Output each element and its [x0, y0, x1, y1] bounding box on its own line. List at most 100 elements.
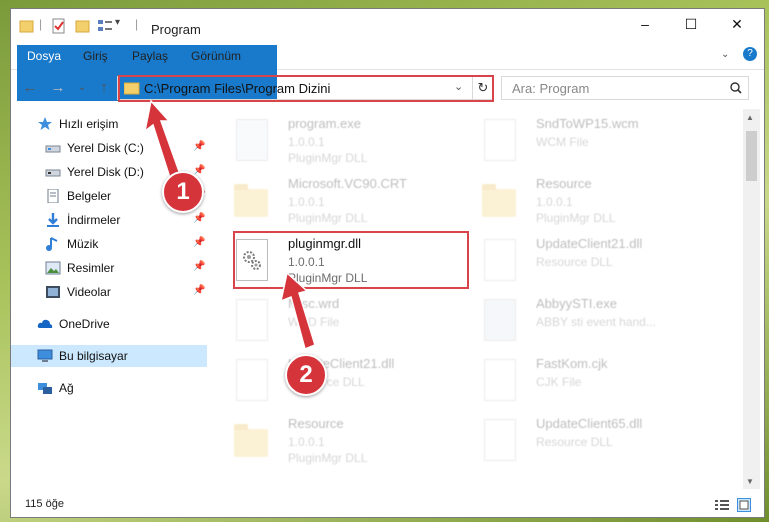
sidebar-item-network[interactable]: Ağ	[11, 377, 207, 399]
folder-icon	[230, 175, 274, 225]
folder-icon[interactable]	[19, 18, 35, 34]
sidebar-item-label: Resimler	[67, 261, 115, 275]
network-icon	[38, 383, 52, 394]
help-icon[interactable]: ?	[743, 47, 757, 61]
customize-toolbar-icon[interactable]: ▾	[115, 17, 120, 33]
title-bar: | ▾ | Program – ☐ ✕	[11, 9, 764, 43]
sidebar-item-music[interactable]: Müzik 📌	[11, 233, 207, 255]
sidebar-item-pictures[interactable]: Resimler 📌	[11, 257, 207, 279]
search-placeholder: Ara: Program	[512, 81, 590, 96]
close-button[interactable]: ✕	[714, 9, 760, 39]
file-name: UpdateClient65.dll	[536, 416, 643, 431]
minimize-button[interactable]: –	[622, 9, 668, 39]
file-item[interactable]: FastKom.cjk CJK File	[478, 353, 718, 409]
file-item[interactable]: UpdateClient21.dll Resource DLL	[230, 353, 470, 409]
scroll-up-icon[interactable]: ▲	[746, 113, 754, 122]
status-bar: 115 öğe	[11, 493, 764, 517]
drive-icon	[45, 145, 61, 153]
file-name: FastKom.cjk	[536, 356, 608, 371]
expand-ribbon-icon[interactable]: ⌄	[721, 49, 729, 60]
separator: |	[39, 17, 43, 31]
folder-icon	[478, 175, 522, 225]
file-name: program.exe	[288, 116, 361, 131]
sidebar-item-label: Hızlı erişim	[59, 117, 119, 131]
vertical-scrollbar[interactable]: ▲ ▼	[743, 109, 760, 489]
document-icon	[230, 295, 274, 345]
file-detail: PluginMgr DLL	[536, 211, 616, 225]
folder-icon	[230, 415, 274, 465]
file-item[interactable]: Misc.wrd WRD File	[230, 293, 470, 349]
sidebar-item-label: Videolar	[67, 285, 111, 299]
file-name: Resource	[536, 176, 592, 191]
file-detail: Resource DLL	[536, 255, 613, 269]
sidebar-item-label: Bu bilgisayar	[59, 349, 128, 363]
star-icon	[38, 117, 52, 130]
file-name: UpdateClient21.dll	[536, 236, 643, 251]
up-arrow-icon[interactable]: ↑	[93, 77, 115, 99]
tab-home[interactable]: Giriş	[73, 45, 118, 68]
pin-icon[interactable]: 📌	[193, 285, 205, 296]
sidebar-item-label: Müzik	[67, 237, 99, 251]
cloud-icon	[37, 319, 53, 328]
dll-gear-icon	[478, 235, 522, 285]
pin-icon[interactable]: 📌	[193, 261, 205, 272]
file-detail: 1.0.0.1	[288, 435, 325, 449]
sidebar-item-onedrive[interactable]: OneDrive	[11, 313, 207, 335]
pin-icon[interactable]: 📌	[193, 237, 205, 248]
file-item[interactable]: AbbyySTI.exe ABBY sti event hand...	[478, 293, 718, 349]
file-detail: 1.0.0.1	[288, 195, 325, 209]
back-arrow-icon[interactable]: ←	[19, 77, 41, 99]
file-detail: 1.0.0.1	[288, 135, 325, 149]
file-item[interactable]: Resource 1.0.0.1 PluginMgr DLL	[478, 173, 718, 229]
item-count: 115 öğe	[25, 498, 64, 510]
scroll-down-icon[interactable]: ▼	[746, 477, 754, 486]
properties-icon[interactable]	[51, 18, 67, 34]
sidebar-item-label: Yerel Disk (D:)	[67, 165, 144, 179]
sidebar-item-label: Belgeler	[67, 189, 112, 203]
file-name: AbbyySTI.exe	[536, 296, 617, 311]
scrollbar-thumb[interactable]	[746, 131, 757, 181]
file-detail: ABBY sti event hand...	[536, 315, 656, 329]
music-icon	[46, 237, 58, 251]
tab-share[interactable]: Paylaş	[122, 45, 178, 68]
document-icon	[478, 355, 522, 405]
sidebar-item-label: OneDrive	[59, 317, 110, 331]
recent-locations-icon[interactable]: ⌄	[71, 77, 93, 99]
download-icon	[47, 213, 59, 227]
exe-icon	[230, 115, 274, 165]
separator: |	[135, 17, 139, 31]
pin-icon[interactable]: 📌	[193, 213, 205, 224]
ribbon: Dosya Giriş Paylaş Görünüm ⌄ ?	[11, 45, 764, 101]
file-item[interactable]: program.exe 1.0.0.1 PluginMgr DLL	[230, 113, 470, 169]
file-detail: Resource DLL	[536, 435, 613, 449]
step-badge-1: 1	[162, 171, 204, 213]
file-detail: CJK File	[536, 375, 582, 389]
sidebar-item-label: Ağ	[59, 381, 74, 395]
file-detail: 1.0.0.1	[536, 195, 573, 209]
search-icon	[730, 82, 742, 94]
drive-icon	[45, 169, 61, 177]
document-icon	[478, 115, 522, 165]
address-bar-highlight	[118, 75, 494, 102]
file-item[interactable]: SndToWP15.wcm WCM File	[478, 113, 718, 169]
file-item[interactable]: UpdateClient21.dll Resource DLL	[478, 233, 718, 289]
details-view-icon[interactable]	[715, 499, 729, 511]
file-name: SndToWP15.wcm	[536, 116, 639, 131]
sidebar-item-this-pc[interactable]: Bu bilgisayar	[11, 345, 207, 367]
file-item[interactable]: Resource 1.0.0.1 PluginMgr DLL	[230, 413, 470, 469]
search-input[interactable]: Ara: Program	[501, 76, 749, 100]
file-detail: PluginMgr DLL	[288, 151, 368, 165]
tab-view[interactable]: Görünüm	[181, 45, 251, 68]
new-folder-icon[interactable]	[75, 18, 91, 34]
large-icons-view-icon[interactable]	[737, 498, 751, 512]
sidebar-item-videos[interactable]: Videolar 📌	[11, 281, 207, 303]
forward-arrow-icon[interactable]: →	[47, 77, 69, 99]
exe-icon	[478, 295, 522, 345]
file-name: Microsoft.VC90.CRT	[288, 176, 407, 191]
file-item[interactable]: UpdateClient65.dll Resource DLL	[478, 413, 718, 469]
view-options-icon[interactable]	[97, 18, 113, 34]
file-item[interactable]: Microsoft.VC90.CRT 1.0.0.1 PluginMgr DLL	[230, 173, 470, 229]
maximize-button[interactable]: ☐	[668, 9, 714, 39]
videos-icon	[46, 286, 60, 298]
dll-gear-icon	[478, 415, 522, 465]
